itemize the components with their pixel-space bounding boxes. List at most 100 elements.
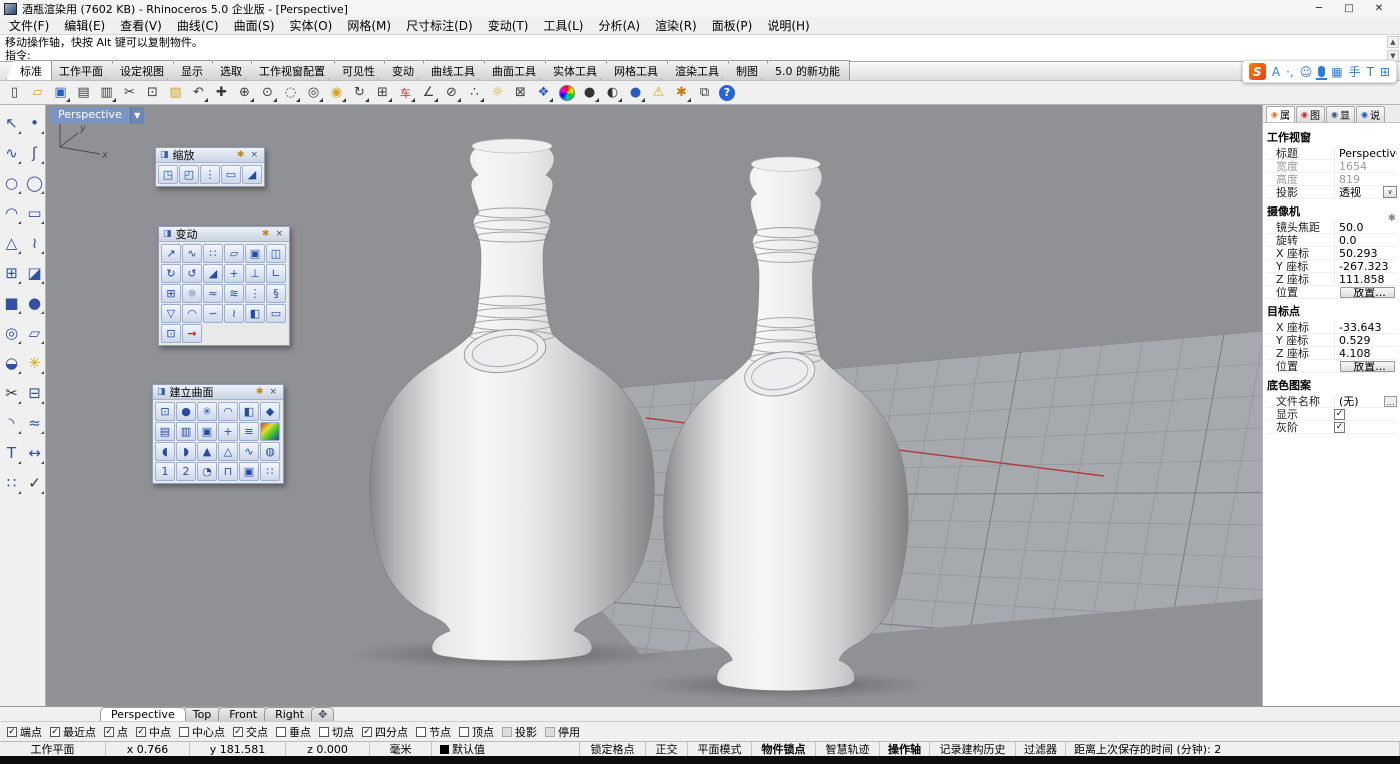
save-file-icon[interactable]: ▣ <box>50 82 71 103</box>
menu-item[interactable]: 文件(F) <box>9 17 49 34</box>
osnap-tangent[interactable]: 切点 <box>319 724 354 740</box>
check-icon[interactable]: ✓ <box>23 468 46 498</box>
move-icon[interactable]: ↔ <box>23 438 46 468</box>
planar-srf-icon[interactable]: ▱ <box>23 318 46 348</box>
osnap-vertex[interactable]: 顶点 <box>459 724 494 740</box>
ripple-icon[interactable]: ≀ <box>224 304 244 323</box>
array-polar-icon[interactable]: ☼ <box>182 284 202 303</box>
rotate-3d-icon[interactable]: ↺ <box>182 264 202 283</box>
checkbox-icon[interactable] <box>319 727 329 737</box>
checkbox-icon[interactable] <box>179 727 189 737</box>
gear-icon[interactable]: ✱ <box>262 229 270 239</box>
freeform-curve-icon[interactable]: ≀ <box>23 228 46 258</box>
gear-icon[interactable]: ✱ <box>237 150 245 160</box>
new-viewport-tab-icon[interactable]: ✥ <box>311 707 334 721</box>
torus-icon[interactable]: ◎ <box>0 318 23 348</box>
rotate-view-icon[interactable]: ↻ <box>349 82 370 103</box>
extrude-point-icon[interactable]: + <box>218 422 238 441</box>
menu-item[interactable]: 变动(T) <box>488 17 529 34</box>
toolbar-tab[interactable]: 标准 <box>6 60 52 80</box>
osnap-intersection[interactable]: 交点 <box>233 724 268 740</box>
orient-on-srf-icon[interactable]: ◧ <box>245 304 265 323</box>
heightfield-icon[interactable]: ✳ <box>197 402 217 421</box>
close-button[interactable]: ✕ <box>1364 3 1394 14</box>
toolbar-tab[interactable]: 工作平面 <box>45 60 113 80</box>
checkbox-icon[interactable] <box>136 727 146 737</box>
distribute-icon[interactable]: ⋮ <box>245 284 265 303</box>
array-icon[interactable]: ∷ <box>203 244 223 263</box>
fillet-icon[interactable]: ◝ <box>0 408 23 438</box>
menu-item[interactable]: 网格(M) <box>347 17 391 34</box>
viewport-title-dropdown[interactable]: Perspective ▼ <box>50 107 144 124</box>
viewport-tab-perspective[interactable]: Perspective <box>100 707 186 721</box>
zoom-dynamic-icon[interactable]: ◢ <box>242 165 262 184</box>
z-coord-cell[interactable]: z 0.000 <box>286 742 370 756</box>
trim-icon[interactable]: ✂ <box>0 378 23 408</box>
drape-icon[interactable]: ◔ <box>197 462 217 481</box>
undo-icon[interactable]: ↶ <box>188 82 209 103</box>
toolbar-tab[interactable]: 网格工具 <box>600 60 668 80</box>
shear-icon[interactable]: ▱ <box>224 244 244 263</box>
panel-tab-layers[interactable]: ◉ 图 <box>1296 106 1325 122</box>
curve-icon[interactable]: ∿ <box>0 138 23 168</box>
pyramid-srf-icon[interactable]: △ <box>218 442 238 461</box>
loft-icon[interactable]: ▤ <box>155 422 175 441</box>
array-curve-icon[interactable]: ≈ <box>203 284 223 303</box>
array-rect-icon[interactable]: ⊞ <box>161 284 181 303</box>
cutplane-icon[interactable]: ▣ <box>239 462 259 481</box>
smash-icon[interactable]: ▭ <box>266 304 286 323</box>
explode-icon[interactable]: ✳ <box>23 348 46 378</box>
lamp-icon[interactable]: ☼ <box>487 82 508 103</box>
command-scroll-up-icon[interactable]: ▲ <box>1387 36 1399 48</box>
toolbar-tab[interactable]: 工作视窗配置 <box>245 60 335 80</box>
zoom-palette-titlebar[interactable]: ◨ 缩放 ✱ × <box>156 148 264 163</box>
menu-item[interactable]: 尺寸标注(D) <box>406 17 473 34</box>
chevron-down-icon[interactable]: ▼ <box>130 107 144 124</box>
toolbar-tab[interactable]: 曲线工具 <box>417 60 485 80</box>
surface-patch-icon[interactable]: ◪ <box>23 258 46 288</box>
cone-srf-icon[interactable]: ▲ <box>197 442 217 461</box>
zoom-icon[interactable]: ⊙ <box>257 82 278 103</box>
copy-icon[interactable]: ⊡ <box>142 82 163 103</box>
gear-icon[interactable]: ✱ <box>256 387 264 397</box>
hierarchy-icon[interactable]: ∴ <box>464 82 485 103</box>
viewport-tab-front[interactable]: Front <box>218 707 268 721</box>
ellipse-icon[interactable]: ◯ <box>23 168 46 198</box>
shaded-view-icon[interactable]: ● <box>579 82 600 103</box>
new-file-icon[interactable]: ▯ <box>4 82 25 103</box>
filter-cell[interactable]: 过滤器 <box>1016 742 1066 756</box>
toolbar-tab[interactable]: 5.0 的新功能 <box>761 60 850 80</box>
edge-srf-icon[interactable]: ◧ <box>239 402 259 421</box>
flow-icon[interactable]: ∽ <box>203 304 223 323</box>
sogou-logo[interactable]: S <box>1249 63 1266 80</box>
perspective-viewport[interactable]: Perspective ▼ ◨ 缩放 ✱ × ◳◰⋮▭◢ ◨ 变动 <box>46 105 1262 706</box>
ghosted-view-icon[interactable]: ◐ <box>602 82 623 103</box>
cplane-cell[interactable]: 工作平面 <box>0 742 106 756</box>
named-view-car-icon[interactable]: 车 <box>395 82 416 103</box>
picture-frame-icon[interactable] <box>260 422 280 441</box>
chevron-down-icon[interactable]: ∨ <box>1383 186 1397 198</box>
close-icon[interactable]: × <box>248 150 260 160</box>
patch-icon[interactable]: ◠ <box>218 402 238 421</box>
panel-tab-properties[interactable]: ◉ 属 <box>1266 106 1295 122</box>
menu-item[interactable]: 编辑(E) <box>64 17 105 34</box>
project-icon[interactable]: ⊥ <box>245 264 265 283</box>
toolbar-tab[interactable]: 制图 <box>722 60 768 80</box>
window-cascade-icon[interactable]: ⧉ <box>694 82 715 103</box>
move-icon[interactable]: ↗ <box>161 244 181 263</box>
transform-palette-titlebar[interactable]: ◨ 变动 ✱ × <box>159 227 289 242</box>
viewport-tab-right[interactable]: Right <box>264 707 315 721</box>
osnap-near[interactable]: 最近点 <box>50 724 96 740</box>
split-icon[interactable]: ⊟ <box>23 378 46 408</box>
toolbar-tab[interactable]: 可见性 <box>328 60 385 80</box>
cut-icon[interactable]: ✂ <box>119 82 140 103</box>
osnap-project[interactable]: 投影 <box>502 724 537 740</box>
notify-icon[interactable]: ⚠ <box>648 82 669 103</box>
box-icon[interactable]: ■ <box>0 288 23 318</box>
zoom-window-icon[interactable]: ▭ <box>221 165 241 184</box>
zoom-selected-icon[interactable]: ◎ <box>303 82 324 103</box>
close-icon[interactable]: × <box>267 387 279 397</box>
analyze-angle-icon[interactable]: ∠ <box>418 82 439 103</box>
rectangle-icon[interactable]: ▭ <box>23 198 46 228</box>
toolbar-tab[interactable]: 变动 <box>378 60 424 80</box>
